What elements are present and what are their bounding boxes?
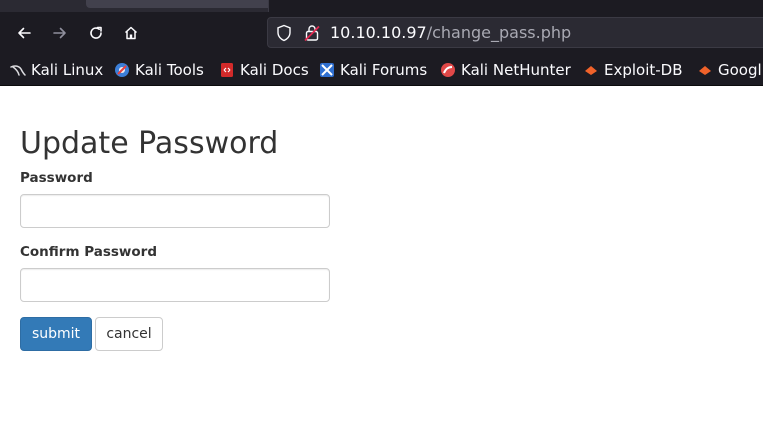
bookmark-exploit-db[interactable]: Exploit-DB	[583, 59, 683, 81]
active-tab[interactable]	[86, 0, 280, 8]
back-button[interactable]	[11, 20, 37, 46]
url-host: 10.10.10.97	[330, 23, 427, 42]
google-hacking-db-icon	[697, 62, 713, 78]
lock-icon[interactable]	[304, 24, 320, 46]
reload-icon	[90, 26, 102, 39]
bookmark-label: Kali Forums	[340, 61, 428, 79]
password-label: Password	[20, 170, 93, 186]
home-button[interactable]	[118, 20, 144, 46]
bookmark-label: Kali Tools	[135, 61, 204, 79]
page-title: Update Password	[20, 126, 279, 161]
bookmark-kali-nethunter[interactable]: Kali NetHunter	[440, 59, 571, 81]
url-text[interactable]: 10.10.10.97/change_pass.php	[330, 22, 571, 44]
bookmark-label: Kali Linux	[31, 61, 104, 79]
confirm-password-label: Confirm Password	[20, 244, 158, 260]
confirm-password-input[interactable]	[20, 268, 330, 302]
browser-chrome: 10.10.10.97/change_pass.php Kali Linux K…	[0, 0, 763, 86]
bookmark-kali-tools[interactable]: Kali Tools	[114, 59, 204, 81]
url-path: /change_pass.php	[426, 23, 572, 42]
forward-button[interactable]	[47, 20, 73, 46]
forward-arrow-icon	[53, 27, 66, 39]
bookmark-kali-forums[interactable]: Kali Forums	[319, 59, 427, 81]
bookmark-kali-linux[interactable]: Kali Linux	[10, 59, 103, 81]
bookmark-label: Googl	[718, 61, 762, 79]
kali-dragon-icon	[10, 62, 26, 78]
tab-strip-right	[268, 0, 763, 12]
reload-button[interactable]	[83, 20, 109, 46]
back-arrow-icon	[18, 27, 31, 39]
page-content: Update Password Password Confirm Passwor…	[0, 86, 763, 425]
bookmarks-toolbar: Kali Linux Kali Tools Kali Docs Kali For…	[0, 56, 763, 84]
address-bar[interactable]: 10.10.10.97/change_pass.php	[267, 17, 763, 48]
bookmark-kali-docs[interactable]: Kali Docs	[219, 59, 309, 81]
home-icon	[124, 26, 138, 40]
bookmark-google-hacking-db[interactable]: Googl	[697, 59, 762, 81]
password-input[interactable]	[20, 194, 330, 228]
submit-button[interactable]: submit	[20, 317, 92, 351]
cancel-button[interactable]: cancel	[95, 317, 163, 351]
kali-tools-icon	[114, 62, 130, 78]
bookmark-label: Kali NetHunter	[461, 61, 571, 79]
shield-icon[interactable]	[276, 24, 292, 46]
exploit-db-icon	[583, 62, 599, 78]
bookmark-label: Kali Docs	[240, 61, 309, 79]
bookmark-label: Exploit-DB	[604, 61, 683, 79]
kali-forums-icon	[319, 62, 335, 78]
kali-nethunter-icon	[440, 62, 456, 78]
kali-docs-icon	[219, 62, 235, 78]
